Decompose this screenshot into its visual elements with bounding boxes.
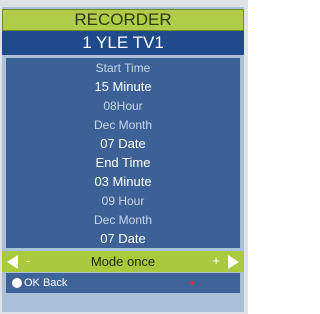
arrow-right-icon[interactable] bbox=[228, 255, 239, 269]
end-time-label: End Time bbox=[6, 153, 240, 172]
recorder-title: RECORDER bbox=[2, 9, 244, 31]
start-date-field[interactable]: 07 Date bbox=[6, 134, 240, 153]
ok-button-icon[interactable] bbox=[12, 278, 22, 288]
end-minute-field[interactable]: 03 Minute bbox=[6, 172, 240, 191]
footer-bar: OK Back bbox=[6, 273, 240, 293]
mode-minus[interactable]: - bbox=[26, 253, 30, 268]
channel-label[interactable]: 1 YLE TV1 bbox=[2, 31, 244, 55]
mode-plus[interactable]: + bbox=[212, 253, 220, 268]
recorder-screen: RECORDER 1 YLE TV1 Start Time 15 Minute … bbox=[0, 0, 248, 314]
start-minute-field[interactable]: 15 Minute bbox=[6, 77, 240, 96]
arrow-left-icon[interactable] bbox=[7, 255, 18, 269]
end-date-field[interactable]: 07 Date bbox=[6, 229, 240, 248]
recorder-panel: RECORDER 1 YLE TV1 Start Time 15 Minute … bbox=[2, 7, 244, 312]
end-month-field[interactable]: Dec Month bbox=[6, 210, 240, 229]
mode-label: Mode once bbox=[90, 254, 156, 269]
mode-selector[interactable]: - Mode once + bbox=[2, 251, 244, 272]
end-hour-field[interactable]: 09 Hour bbox=[6, 191, 240, 210]
red-indicator-icon bbox=[190, 281, 194, 285]
start-month-field[interactable]: Dec Month bbox=[6, 115, 240, 134]
footer-label[interactable]: OK Back bbox=[24, 277, 67, 289]
start-time-label: Start Time bbox=[6, 58, 240, 77]
start-hour-field[interactable]: 08Hour bbox=[6, 96, 240, 115]
